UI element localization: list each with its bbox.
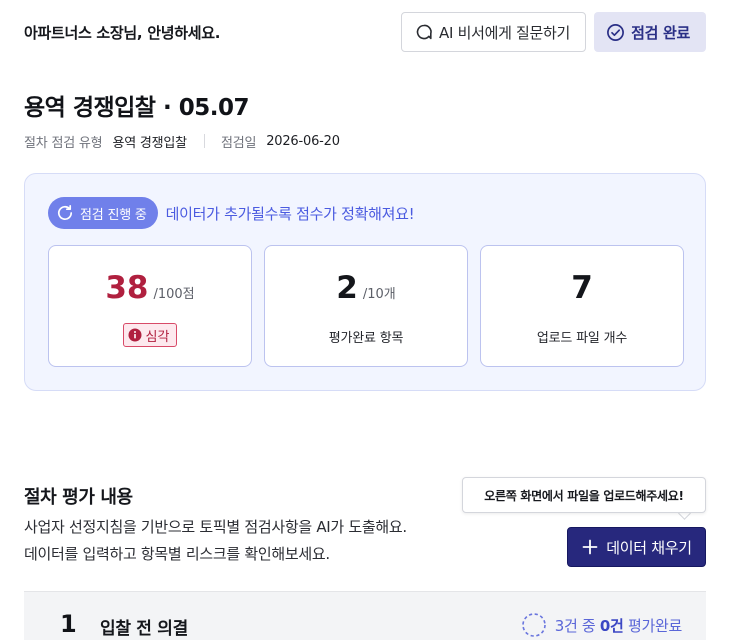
- uploaded-files-card: 7 업로드 파일 개수: [480, 245, 684, 367]
- summary-cards: 38 /100점 심각 2 /10개 평가완료 항목 7 업로드 파일 개수: [48, 245, 684, 367]
- evaluation-status-text: 3건 중 0건 평가완료: [554, 615, 683, 636]
- section-description-line-1: 사업자 선정지침을 기반으로 토픽별 점검사항을 AI가 도출해요.: [24, 518, 407, 536]
- summary-panel: 점검 진행 중 데이터가 추가될수록 점수가 정확해져요! 38 /100점 심…: [24, 173, 706, 391]
- inspection-date-value: 2026-06-20: [266, 133, 340, 149]
- inspection-type-value: 용역 경쟁입찰: [112, 135, 187, 151]
- section-description-line-2: 데이터를 입력하고 항목별 리스크를 확인해보세요.: [24, 545, 330, 563]
- severity-badge: 심각: [122, 323, 178, 347]
- evaluated-items-card: 2 /10개 평가완료 항목: [264, 245, 468, 367]
- evaluated-items-label: 평가완료 항목: [328, 331, 404, 346]
- evaluation-row[interactable]: 1 입찰 전 의결 3건 중 0건 평가완료: [24, 591, 706, 640]
- evaluation-row-number: 1: [60, 610, 77, 638]
- dashed-circle-icon: [521, 612, 547, 638]
- uploaded-files-value: 7: [571, 270, 593, 306]
- top-bar: 아파트너스 소장님, 안녕하세요. AI 비서에게 질문하기 점검 완료: [24, 12, 706, 52]
- evaluation-row-title: 입찰 전 의결: [100, 619, 188, 639]
- status-prefix: 3건 중: [554, 616, 600, 635]
- ask-ai-label: AI 비서에게 질문하기: [439, 23, 571, 42]
- evaluated-value-row: 2 /10개: [336, 270, 395, 308]
- section-description: 사업자 선정지침을 기반으로 토픽별 점검사항을 AI가 도출해요. 데이터를 …: [24, 514, 407, 568]
- info-icon: [128, 328, 142, 342]
- complete-label: 점검 완료: [631, 23, 690, 42]
- severity-label: 심각: [145, 329, 170, 345]
- page-title: 용역 경쟁입찰 · 05.07: [24, 95, 249, 121]
- refresh-icon: [55, 203, 75, 223]
- progress-note: 데이터가 추가될수록 점수가 정확해져요!: [165, 204, 415, 223]
- greeting-text: 아파트너스 소장님, 안녕하세요.: [24, 23, 221, 42]
- evaluation-row-status: 3건 중 0건 평가완료: [521, 612, 682, 638]
- uploaded-files-label: 업로드 파일 개수: [536, 331, 628, 346]
- check-circle-icon: [606, 23, 625, 42]
- inspection-meta: 절차 점검 유형 용역 경쟁입찰 점검일 2026-06-20: [24, 131, 340, 151]
- progress-row: 점검 진행 중 데이터가 추가될수록 점수가 정확해져요!: [48, 197, 415, 229]
- uploaded-value-row: 7: [571, 270, 593, 308]
- plus-icon: [581, 538, 599, 556]
- score-value-row: 38 /100점: [105, 270, 194, 308]
- status-count: 0건: [599, 616, 624, 635]
- header-actions: AI 비서에게 질문하기 점검 완료: [401, 12, 706, 52]
- evaluated-items-unit: /10개: [362, 287, 396, 302]
- complete-inspection-button[interactable]: 점검 완료: [594, 12, 706, 52]
- score-unit: /100점: [153, 287, 195, 302]
- progress-badge-label: 점검 진행 중: [80, 207, 147, 223]
- progress-badge: 점검 진행 중: [48, 197, 158, 229]
- inspection-date-label: 점검일: [220, 135, 257, 151]
- ask-ai-button[interactable]: AI 비서에게 질문하기: [401, 12, 587, 52]
- inspection-type-label: 절차 점검 유형: [24, 135, 103, 151]
- meta-divider: [203, 134, 205, 148]
- score-card: 38 /100점 심각: [48, 245, 252, 367]
- score-value: 38: [105, 270, 149, 306]
- evaluated-items-value: 2: [336, 270, 358, 306]
- status-suffix: 평가완료: [623, 616, 682, 635]
- fill-data-label: 데이터 채우기: [606, 538, 692, 557]
- fill-data-button[interactable]: 데이터 채우기: [567, 527, 706, 567]
- chat-bubble-icon: [415, 23, 433, 41]
- section-title: 절차 평가 내용: [24, 487, 133, 508]
- upload-tooltip: 오른쪽 화면에서 파일을 업로드해주세요!: [462, 477, 706, 513]
